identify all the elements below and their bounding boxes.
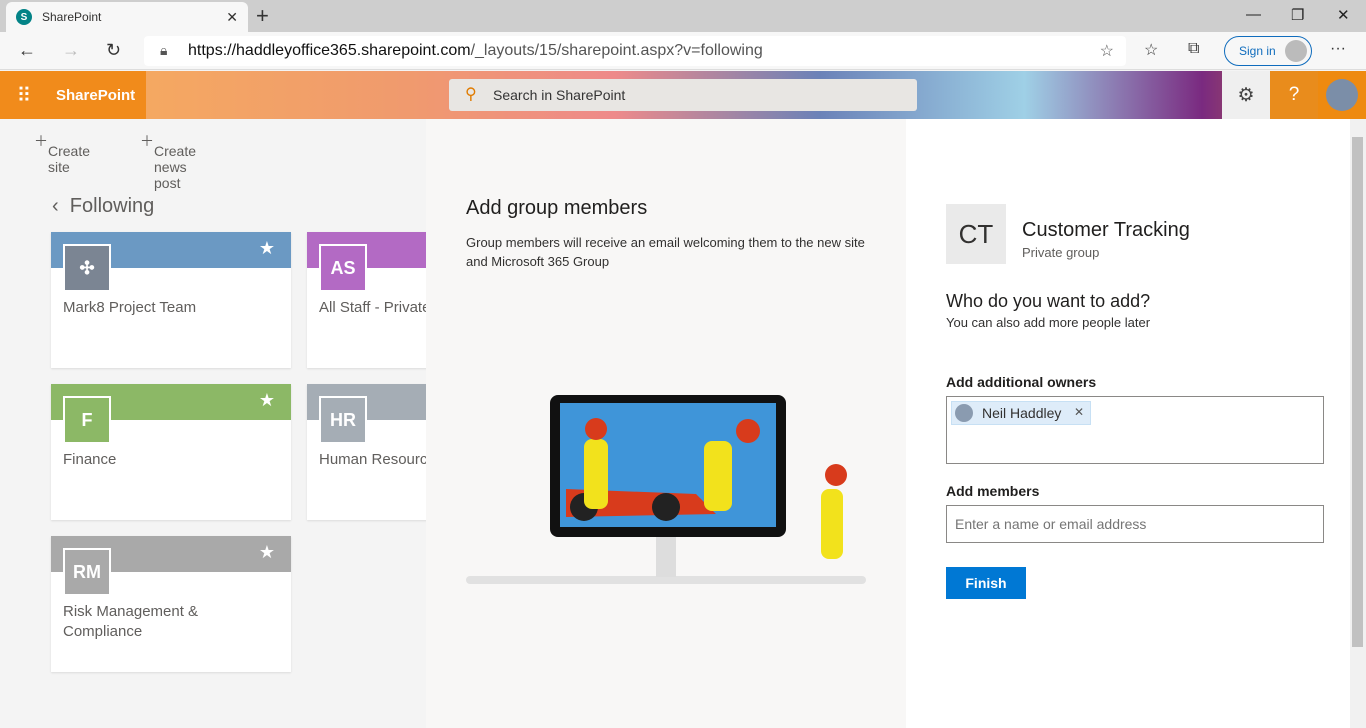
site-logo: F [63,396,111,444]
restore-button[interactable]: ❐ [1291,6,1304,24]
app-launcher-icon[interactable]: ⠿ [0,71,48,119]
illustration [466,395,866,584]
scrollbar-thumb[interactable] [1352,137,1363,647]
tab-title: SharePoint [42,10,102,24]
close-tab-icon[interactable]: ✕ [226,9,238,26]
search-input[interactable]: ⚲ Search in SharePoint [449,79,917,111]
remove-owner-icon[interactable]: ✕ [1074,405,1084,419]
question-subtext: You can also add more people later [946,315,1151,330]
site-name: Mark8 Project Team [63,299,197,316]
browser-tab[interactable]: S SharePoint ✕ [6,2,248,32]
owners-picker[interactable]: Neil Haddley ✕ [946,396,1324,464]
address-bar: ← → ↻ 🔒︎ https://haddleyoffice365.sharepo… [0,32,1366,70]
site-logo-icon: ✣ [63,244,111,292]
site-card[interactable]: ✣ ★ Mark8 Project Team [51,232,291,368]
sharepoint-icon: S [16,9,32,25]
profile-avatar [1285,40,1307,62]
sign-in-button[interactable]: Sign in [1224,36,1312,66]
user-avatar[interactable] [1318,71,1366,119]
sign-in-label: Sign in [1239,44,1276,58]
members-label: Add members [946,483,1040,499]
search-placeholder: Search in SharePoint [493,87,626,103]
collections-icon[interactable]: ⧉ [1188,40,1199,58]
tab-bar: S SharePoint ✕ + — ❐ ✕ [0,0,1366,32]
site-card[interactable]: RM ★ Risk Management & Compliance [51,536,291,672]
search-icon: ⚲ [465,86,477,103]
url-path: /_layouts/15/sharepoint.aspx?v=following [470,42,763,59]
url-host: https://haddleyoffice365.sharepoint.com [188,42,471,59]
back-button[interactable]: ← [18,40,36,61]
more-icon[interactable]: ··· [1330,40,1346,58]
forward-button[interactable]: → [62,40,80,61]
site-name: Risk Management & Compliance [63,603,199,640]
url-input[interactable]: 🔒︎ https://haddleyoffice365.sharepoint.co… [144,36,1126,66]
site-logo: HR [319,396,367,444]
site-name: Finance [63,451,117,468]
owner-name: Neil Haddley [982,405,1062,421]
command-bar: ＋ Create site ＋ Create news post [0,119,426,191]
panel-illustration-pane: Add group members Group members will rec… [426,119,906,728]
group-name: Customer Tracking [1022,219,1190,241]
owner-avatar [955,404,973,422]
group-type: Private group [1022,245,1100,260]
star-icon[interactable]: ★ [259,238,275,259]
finish-button[interactable]: Finish [946,567,1026,599]
brand[interactable]: SharePoint [48,71,146,119]
settings-icon[interactable]: ⚙ [1222,71,1270,119]
group-initials: CT [946,204,1006,264]
sharepoint-header: ⠿ SharePoint ⚲ Search in SharePoint ⚙ ? [0,71,1366,119]
panel-description: Group members will receive an email welc… [466,235,865,269]
new-tab-button[interactable]: + [256,3,269,29]
create-site-button[interactable]: ＋ Create site [34,131,90,175]
site-logo: RM [63,548,111,596]
minimize-button[interactable]: — [1246,6,1261,23]
star-icon[interactable]: ★ [259,542,275,563]
panel-title: Add group members [466,197,648,219]
close-window-button[interactable]: ✕ [1337,6,1350,24]
owners-label: Add additional owners [946,374,1097,390]
lock-icon: 🔒︎ [160,42,168,58]
create-news-button[interactable]: ＋ Create news post [140,131,196,191]
refresh-button[interactable]: ↻ [106,40,121,61]
favorites-icon[interactable]: ☆ [1144,40,1158,60]
star-icon[interactable]: ★ [259,390,275,411]
add-members-pane: CT Customer Tracking Private group Who d… [906,119,1350,728]
following-heading[interactable]: ‹ Following [52,195,154,218]
members-input[interactable] [946,505,1324,543]
site-logo: AS [319,244,367,292]
site-card[interactable]: F ★ Finance [51,384,291,520]
scrollbar[interactable] [1350,119,1366,728]
owner-chip[interactable]: Neil Haddley ✕ [951,401,1091,425]
add-favorite-icon[interactable]: ☆ [1100,41,1114,61]
question-heading: Who do you want to add? [946,291,1151,311]
help-button[interactable]: ? [1270,71,1318,119]
